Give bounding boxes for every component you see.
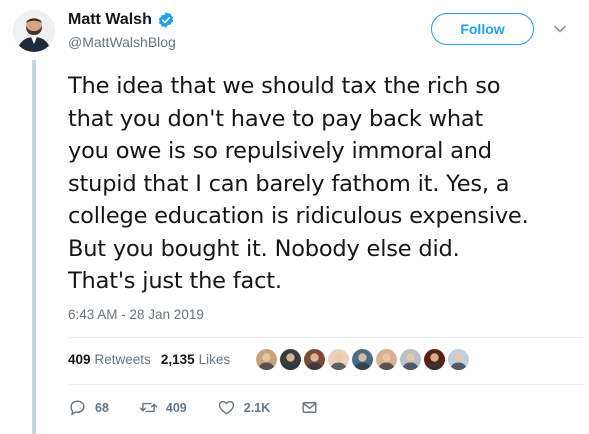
- liker-avatar[interactable]: [256, 349, 277, 370]
- tweet-card: Matt Walsh @MattWalshBlog Follow The ide…: [0, 0, 589, 434]
- liker-avatar[interactable]: [424, 349, 445, 370]
- retweets-count: 409: [68, 352, 91, 367]
- tweet-text-line: stupid that I can barely fathom it. Yes,…: [68, 170, 510, 197]
- avatar[interactable]: [13, 10, 55, 52]
- retweets-label: Retweets: [94, 352, 151, 367]
- retweet-button[interactable]: 409: [139, 398, 187, 417]
- likes-label: Likes: [198, 352, 231, 367]
- direct-message-button[interactable]: [300, 398, 319, 417]
- tweet-text-line: college education is ridiculous expensiv…: [68, 203, 529, 229]
- tweet-text-line: That's just the fact.: [68, 268, 282, 294]
- engagement-stats: 409 Retweets 2,135 Likes: [68, 352, 240, 367]
- retweets-stat[interactable]: 409 Retweets: [68, 352, 151, 367]
- display-name[interactable]: Matt Walsh: [68, 11, 152, 29]
- liker-avatar[interactable]: [400, 349, 421, 370]
- chevron-down-icon[interactable]: [553, 22, 567, 36]
- reply-button[interactable]: 68: [68, 398, 109, 417]
- reply-icon: [70, 400, 85, 416]
- divider: [68, 337, 583, 338]
- tweet-timestamp[interactable]: 6:43 AM - 28 Jan 2019: [68, 307, 204, 322]
- liker-avatars: [256, 349, 469, 370]
- divider: [68, 384, 583, 385]
- tweet-text-line: that you don't have to pay back what: [68, 105, 484, 132]
- liker-avatar[interactable]: [448, 349, 469, 370]
- tweet-text-line: But you bought it. Nobody else did.: [68, 235, 460, 262]
- likes-stat[interactable]: 2,135 Likes: [161, 352, 230, 367]
- thread-line: [32, 60, 36, 434]
- like-button[interactable]: 2.1K: [217, 398, 270, 417]
- envelope-icon: [302, 402, 317, 413]
- verified-badge-icon: [158, 12, 173, 28]
- liker-avatar[interactable]: [304, 349, 325, 370]
- tweet-text-line: The idea that we should tax the rich so: [68, 73, 501, 99]
- like-count: 2.1K: [243, 400, 271, 415]
- liker-avatar[interactable]: [280, 349, 301, 370]
- heart-icon: [218, 400, 234, 415]
- action-bar: 68 409 2.1K: [68, 398, 349, 417]
- follow-button[interactable]: Follow: [431, 13, 534, 45]
- likes-count: 2,135: [160, 352, 195, 367]
- author-name-row[interactable]: Matt Walsh: [68, 11, 175, 29]
- tweet-text: The idea that we should tax the rich so …: [68, 70, 583, 298]
- author-handle[interactable]: @MattWalshBlog: [68, 34, 176, 50]
- retweet-count: 409: [165, 400, 187, 415]
- liker-avatar[interactable]: [328, 349, 349, 370]
- retweet-icon: [139, 402, 158, 413]
- liker-avatar[interactable]: [376, 349, 397, 370]
- liker-avatar[interactable]: [352, 349, 373, 370]
- tweet-text-line: you owe is so repulsively immoral and: [68, 138, 492, 164]
- reply-count: 68: [95, 400, 109, 415]
